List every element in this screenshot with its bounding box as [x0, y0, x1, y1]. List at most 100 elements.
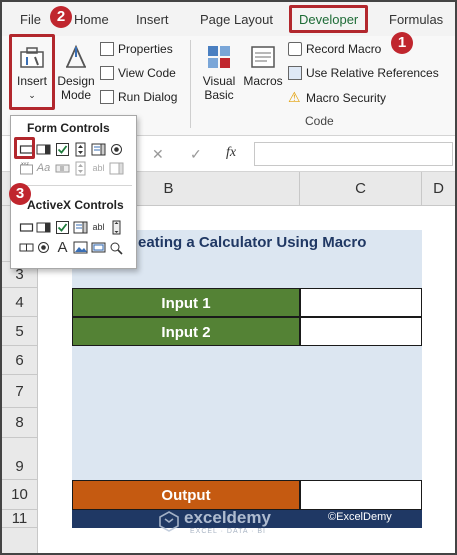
activex-text-box-icon: abl [92, 222, 105, 232]
formula-input[interactable] [254, 142, 453, 166]
form-check-box-control[interactable] [55, 142, 70, 157]
activex-scroll-bar[interactable] [109, 220, 124, 235]
text-field-icon: abl [92, 163, 105, 173]
step-2-callout: 2 [50, 6, 72, 28]
input-1-cell[interactable] [300, 288, 422, 317]
image-control-icon [73, 241, 88, 254]
tab-formulas[interactable]: Formulas [389, 10, 443, 30]
tab-file[interactable]: File [20, 10, 41, 30]
activex-combo-box[interactable] [36, 220, 51, 235]
form-label-control[interactable]: Aa [36, 161, 51, 176]
view-code-button[interactable]: View Code [100, 63, 176, 83]
row-header-8[interactable]: 8 [2, 408, 38, 438]
excel-window: File Home Insert Page Layout Developer F… [0, 0, 457, 555]
form-scroll-bar-control[interactable] [55, 161, 70, 176]
run-dialog-label: Run Dialog [118, 90, 178, 104]
activex-text-box[interactable]: abl [91, 220, 106, 235]
use-relative-references-label: Use Relative References [306, 66, 439, 80]
form-list-box-control[interactable] [91, 142, 106, 157]
row-header-9[interactable]: 9 [2, 438, 38, 480]
properties-button[interactable]: Properties [100, 39, 173, 59]
properties-icon [100, 42, 114, 56]
macro-security-button[interactable]: ⚠ Macro Security [288, 87, 386, 107]
visual-basic-button[interactable]: Visual Basic [198, 36, 240, 102]
activex-list-box[interactable] [73, 220, 88, 235]
design-mode-label-1: Design [57, 74, 95, 88]
activex-list-icon [73, 221, 88, 234]
scroll-bar-icon [55, 164, 70, 173]
tab-home[interactable]: Home [74, 10, 109, 30]
column-header-c[interactable]: C [300, 172, 422, 206]
group-separator [190, 40, 191, 128]
activex-image[interactable] [73, 240, 88, 255]
input-2-cell[interactable] [300, 317, 422, 346]
form-text-field-control[interactable]: abl [91, 161, 106, 176]
step-3-callout: 3 [9, 183, 31, 205]
more-controls-icon [110, 242, 123, 255]
combo-box-icon [36, 144, 51, 155]
macros-label: Macros [243, 74, 283, 88]
activex-toggle-button[interactable] [91, 240, 106, 255]
activex-more-controls[interactable] [109, 240, 124, 255]
row-header-6[interactable]: 6 [2, 346, 38, 375]
sheet-title: eating a Calculator Using Macro [138, 234, 367, 251]
button-control-highlight [14, 137, 35, 159]
output-cell[interactable] [300, 480, 422, 510]
enter-icon[interactable]: ✓ [190, 146, 202, 163]
activex-combo-icon [36, 222, 51, 233]
group-box-icon: XYZ [20, 161, 33, 175]
record-macro-button[interactable]: Record Macro [288, 39, 381, 59]
row-header-5[interactable]: 5 [2, 317, 38, 346]
cancel-icon[interactable]: ✕ [152, 146, 164, 163]
exceldemy-watermark: exceldemy EXCEL · DATA · BI [158, 506, 298, 538]
insert-function-button[interactable]: fx [226, 145, 236, 161]
input-1-label[interactable]: Input 1 [72, 288, 300, 317]
form-combo-box-control[interactable] [36, 142, 51, 157]
visual-basic-label-2: Basic [204, 88, 234, 102]
form-spin-button-control[interactable] [73, 142, 88, 157]
column-header-d[interactable]: D [422, 172, 455, 206]
row-header-7[interactable]: 7 [2, 375, 38, 408]
activex-check-box[interactable] [55, 220, 70, 235]
row-header-10[interactable]: 10 [2, 480, 38, 510]
form-spinner-disabled-control[interactable] [73, 161, 88, 176]
activex-controls-heading: ActiveX Controls [27, 198, 124, 212]
form-group-box-control[interactable]: XYZ [19, 161, 34, 176]
panel-divider [15, 185, 132, 186]
activex-option-button[interactable] [36, 240, 51, 255]
step-1-callout: 1 [391, 32, 413, 54]
activex-spin-button[interactable] [19, 240, 34, 255]
toggle-button-icon [91, 242, 106, 253]
copyright-text: ©ExcelDemy [328, 511, 392, 523]
row-header-12[interactable] [2, 528, 38, 553]
properties-label: Properties [118, 42, 173, 56]
run-dialog-button[interactable]: Run Dialog [100, 87, 177, 107]
view-code-icon [100, 66, 114, 80]
run-dialog-icon [100, 90, 114, 104]
input-2-label[interactable]: Input 2 [72, 317, 300, 346]
macros-button[interactable]: Macros [241, 36, 285, 88]
use-relative-references-button[interactable]: Use Relative References [288, 63, 439, 83]
view-code-label: View Code [118, 66, 176, 80]
list-box-icon [91, 143, 106, 156]
command-button-icon [19, 223, 34, 232]
activex-check-icon [56, 221, 69, 234]
option-button-icon [111, 144, 122, 155]
combo-list-icon [109, 162, 124, 175]
exceldemy-logo-icon [159, 511, 179, 532]
form-combo-list-control[interactable] [109, 161, 124, 176]
row-header-11[interactable]: 11 [2, 510, 38, 528]
activex-label[interactable]: A [55, 240, 70, 255]
visual-basic-label-1: Visual [202, 74, 236, 88]
svg-text:XYZ: XYZ [21, 161, 29, 166]
activex-label-icon: A [57, 239, 68, 256]
label-control-icon: Aa [36, 162, 51, 174]
tab-insert[interactable]: Insert [136, 10, 169, 30]
form-option-button-control[interactable] [109, 142, 124, 157]
design-mode-button[interactable]: Design Mode [56, 36, 96, 102]
tab-page-layout[interactable]: Page Layout [200, 10, 273, 30]
macro-security-label: Macro Security [306, 91, 387, 105]
design-mode-label-2: Mode [60, 88, 92, 102]
activex-command-button[interactable] [19, 220, 34, 235]
row-header-4[interactable]: 4 [2, 288, 38, 317]
